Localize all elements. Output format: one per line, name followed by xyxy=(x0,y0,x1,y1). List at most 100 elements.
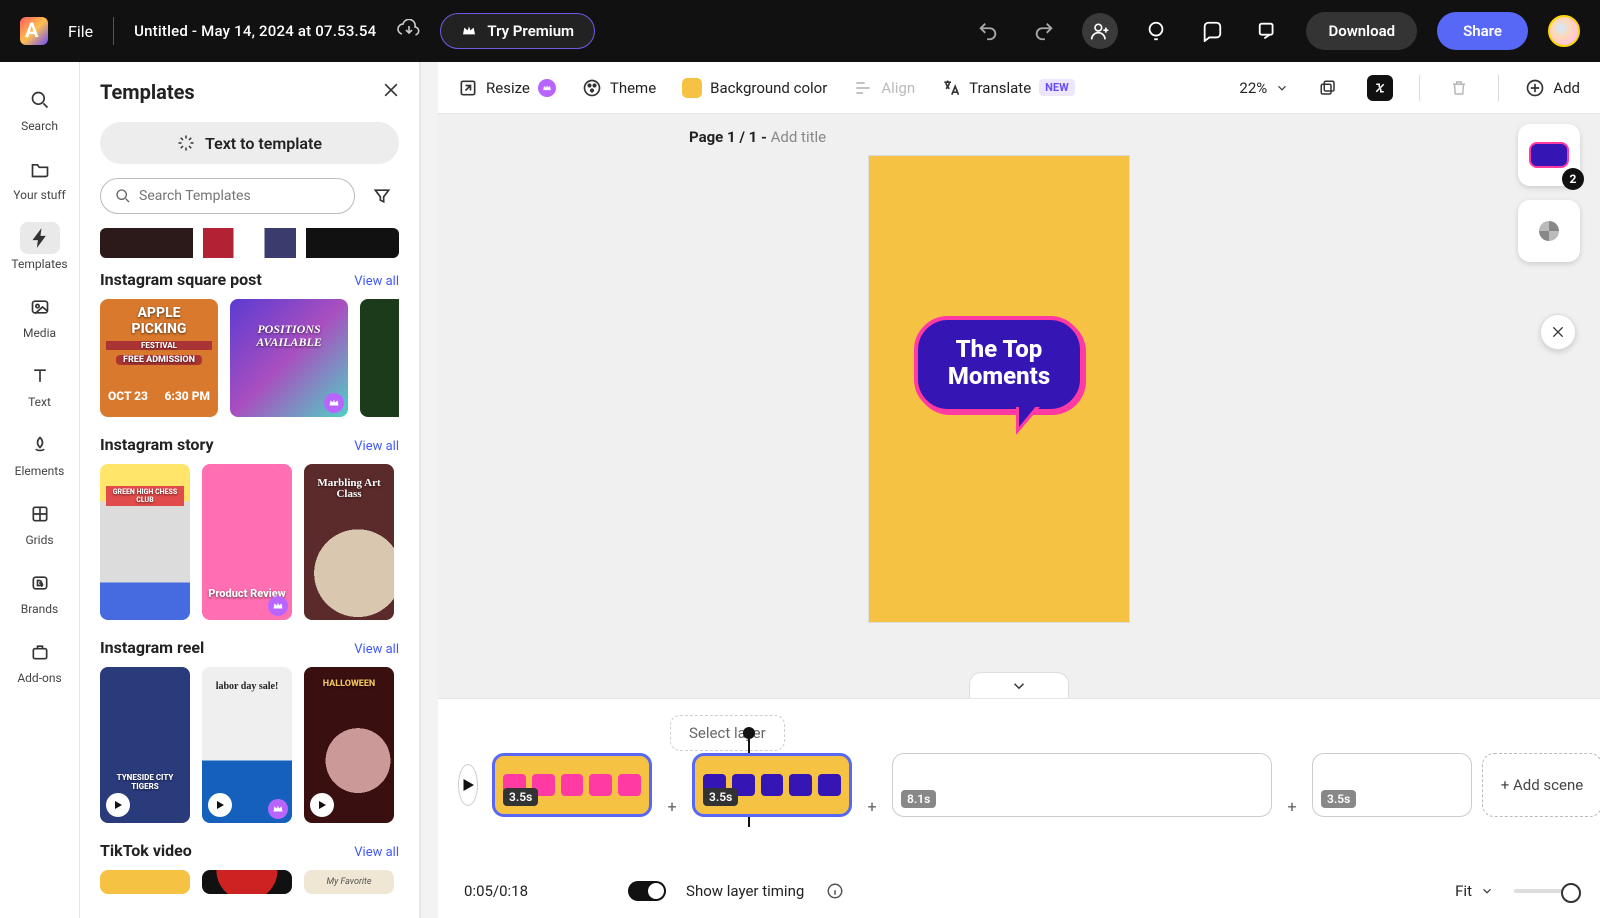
rail-grids[interactable]: Grids xyxy=(4,490,76,555)
time-display: 0:05/0:18 xyxy=(464,882,528,900)
undo-icon[interactable] xyxy=(970,13,1006,49)
layer-thumbnail[interactable]: 2 xyxy=(1518,124,1580,186)
rail-templates[interactable]: Templates xyxy=(4,214,76,279)
bg-color-swatch xyxy=(682,78,702,98)
play-icon xyxy=(208,793,232,817)
new-badge: NEW xyxy=(1039,79,1075,96)
filter-icon[interactable] xyxy=(365,179,399,213)
add-scene-between-icon[interactable]: + xyxy=(862,797,882,817)
rail-elements[interactable]: Elements xyxy=(4,421,76,486)
view-all-link[interactable]: View all xyxy=(354,845,399,860)
premium-badge-icon xyxy=(324,393,344,413)
file-menu[interactable]: File xyxy=(68,22,93,41)
text-to-template-button[interactable]: Text to template xyxy=(100,122,399,164)
feedback-icon[interactable] xyxy=(1250,13,1286,49)
divider xyxy=(113,17,114,45)
resize-tool[interactable]: Resize xyxy=(458,78,556,98)
play-button[interactable] xyxy=(458,764,478,806)
add-scene-button[interactable]: + Add scene xyxy=(1482,753,1600,817)
view-all-link[interactable]: View all xyxy=(354,274,399,289)
info-icon[interactable] xyxy=(824,880,846,902)
speech-bubble-element[interactable]: The TopMoments xyxy=(914,316,1084,413)
lock-aspect-icon[interactable] xyxy=(1367,75,1393,101)
theme-tool[interactable]: Theme xyxy=(582,78,656,98)
delete-icon[interactable] xyxy=(1446,75,1472,101)
template-card[interactable]: APPLE PICKING FESTIVAL FREE ADMISSION OC… xyxy=(100,299,218,417)
search-input-field[interactable] xyxy=(139,188,340,204)
section-title: Instagram reel xyxy=(100,638,204,657)
template-card[interactable]: GREEN HIGH CHESS CLUB xyxy=(100,464,190,620)
download-button[interactable]: Download xyxy=(1306,12,1417,50)
background-color-tool[interactable]: Background color xyxy=(682,78,827,98)
rail-brands[interactable]: Brands xyxy=(4,559,76,624)
collapse-timeline-icon[interactable] xyxy=(969,672,1069,698)
template-card[interactable]: TYNESIDE CITY TIGERS xyxy=(100,667,190,823)
document-title[interactable]: Untitled - May 14, 2024 at 07.53.54 xyxy=(134,22,376,40)
timeline-clip-1[interactable]: 3.5s xyxy=(492,753,652,817)
template-card[interactable]: HALLOWEEN xyxy=(304,667,394,823)
timeline-clip-2[interactable]: 3.5s xyxy=(692,753,852,817)
translate-tool[interactable]: TranslateNEW xyxy=(941,78,1075,98)
align-tool: Align xyxy=(853,78,915,98)
user-avatar[interactable] xyxy=(1548,15,1580,47)
template-card[interactable]: Marbling Art Class xyxy=(304,464,394,620)
panel-scrollbar[interactable] xyxy=(420,62,438,918)
template-card[interactable] xyxy=(100,870,190,894)
close-layers-icon[interactable] xyxy=(1540,314,1576,350)
crown-icon xyxy=(461,23,477,39)
section-title: Instagram story xyxy=(100,435,214,454)
premium-badge-icon xyxy=(268,596,288,616)
duplicate-page-icon[interactable] xyxy=(1315,75,1341,101)
try-premium-button[interactable]: Try Premium xyxy=(440,13,595,49)
rail-addons[interactable]: Add-ons xyxy=(4,628,76,693)
adobe-express-logo[interactable] xyxy=(20,17,48,45)
close-panel-icon[interactable] xyxy=(381,80,401,104)
template-card[interactable]: Product Review xyxy=(202,464,292,620)
search-templates-input[interactable] xyxy=(100,178,355,214)
section-title: Instagram square post xyxy=(100,270,262,289)
share-button[interactable]: Share xyxy=(1437,12,1528,50)
zoom-display[interactable]: 22% xyxy=(1239,79,1289,97)
panel-title: Templates xyxy=(100,80,399,104)
layer-count-badge: 2 xyxy=(1562,168,1584,190)
select-layer-tooltip: Select layer xyxy=(670,715,785,751)
comment-icon[interactable] xyxy=(1194,13,1230,49)
fit-zoom-dropdown[interactable]: Fit xyxy=(1455,882,1494,900)
template-card[interactable] xyxy=(360,299,399,417)
add-scene-between-icon[interactable]: + xyxy=(1282,797,1302,817)
left-rail: Search Your stuff Templates Media Text E… xyxy=(0,62,80,918)
view-all-link[interactable]: View all xyxy=(354,439,399,454)
layer-timing-toggle[interactable] xyxy=(628,881,666,901)
template-card[interactable]: labor day sale! xyxy=(202,667,292,823)
search-icon xyxy=(115,188,131,204)
layer-theme-thumb[interactable] xyxy=(1518,200,1580,262)
timeline-zoom-slider[interactable] xyxy=(1514,889,1574,893)
templates-panel: Templates Text to template Instagram squ… xyxy=(80,62,420,918)
rail-media[interactable]: Media xyxy=(4,283,76,348)
rail-search[interactable]: Search xyxy=(4,76,76,141)
checker-icon xyxy=(1539,221,1559,241)
play-icon xyxy=(310,793,334,817)
template-strip xyxy=(100,228,399,258)
template-card[interactable] xyxy=(202,870,292,894)
timeline-track[interactable]: Select layer 3.5s + 3.5s + 8.1s xyxy=(492,753,1600,817)
premium-badge-icon xyxy=(268,799,288,819)
rail-your-stuff[interactable]: Your stuff xyxy=(4,145,76,210)
view-all-link[interactable]: View all xyxy=(354,642,399,657)
rail-text[interactable]: Text xyxy=(4,352,76,417)
redo-icon[interactable] xyxy=(1026,13,1062,49)
sparkle-icon xyxy=(177,134,195,152)
cloud-sync-icon[interactable] xyxy=(396,19,420,43)
section-title: TikTok video xyxy=(100,841,192,860)
timeline-clip-3[interactable]: 8.1s xyxy=(892,753,1272,817)
canvas-artboard[interactable]: The TopMoments xyxy=(869,156,1129,622)
premium-badge-icon xyxy=(538,79,556,97)
add-page-button[interactable]: Add xyxy=(1525,78,1580,98)
template-card[interactable]: My Favorite xyxy=(304,870,394,894)
page-label[interactable]: Page 1 / 1 - Add title xyxy=(689,128,826,146)
add-scene-between-icon[interactable]: + xyxy=(662,797,682,817)
invite-collaborator-icon[interactable] xyxy=(1082,13,1118,49)
template-card[interactable]: POSITIONS AVAILABLE xyxy=(230,299,348,417)
help-lightbulb-icon[interactable] xyxy=(1138,13,1174,49)
timeline-clip-4[interactable]: 3.5s xyxy=(1312,753,1472,817)
